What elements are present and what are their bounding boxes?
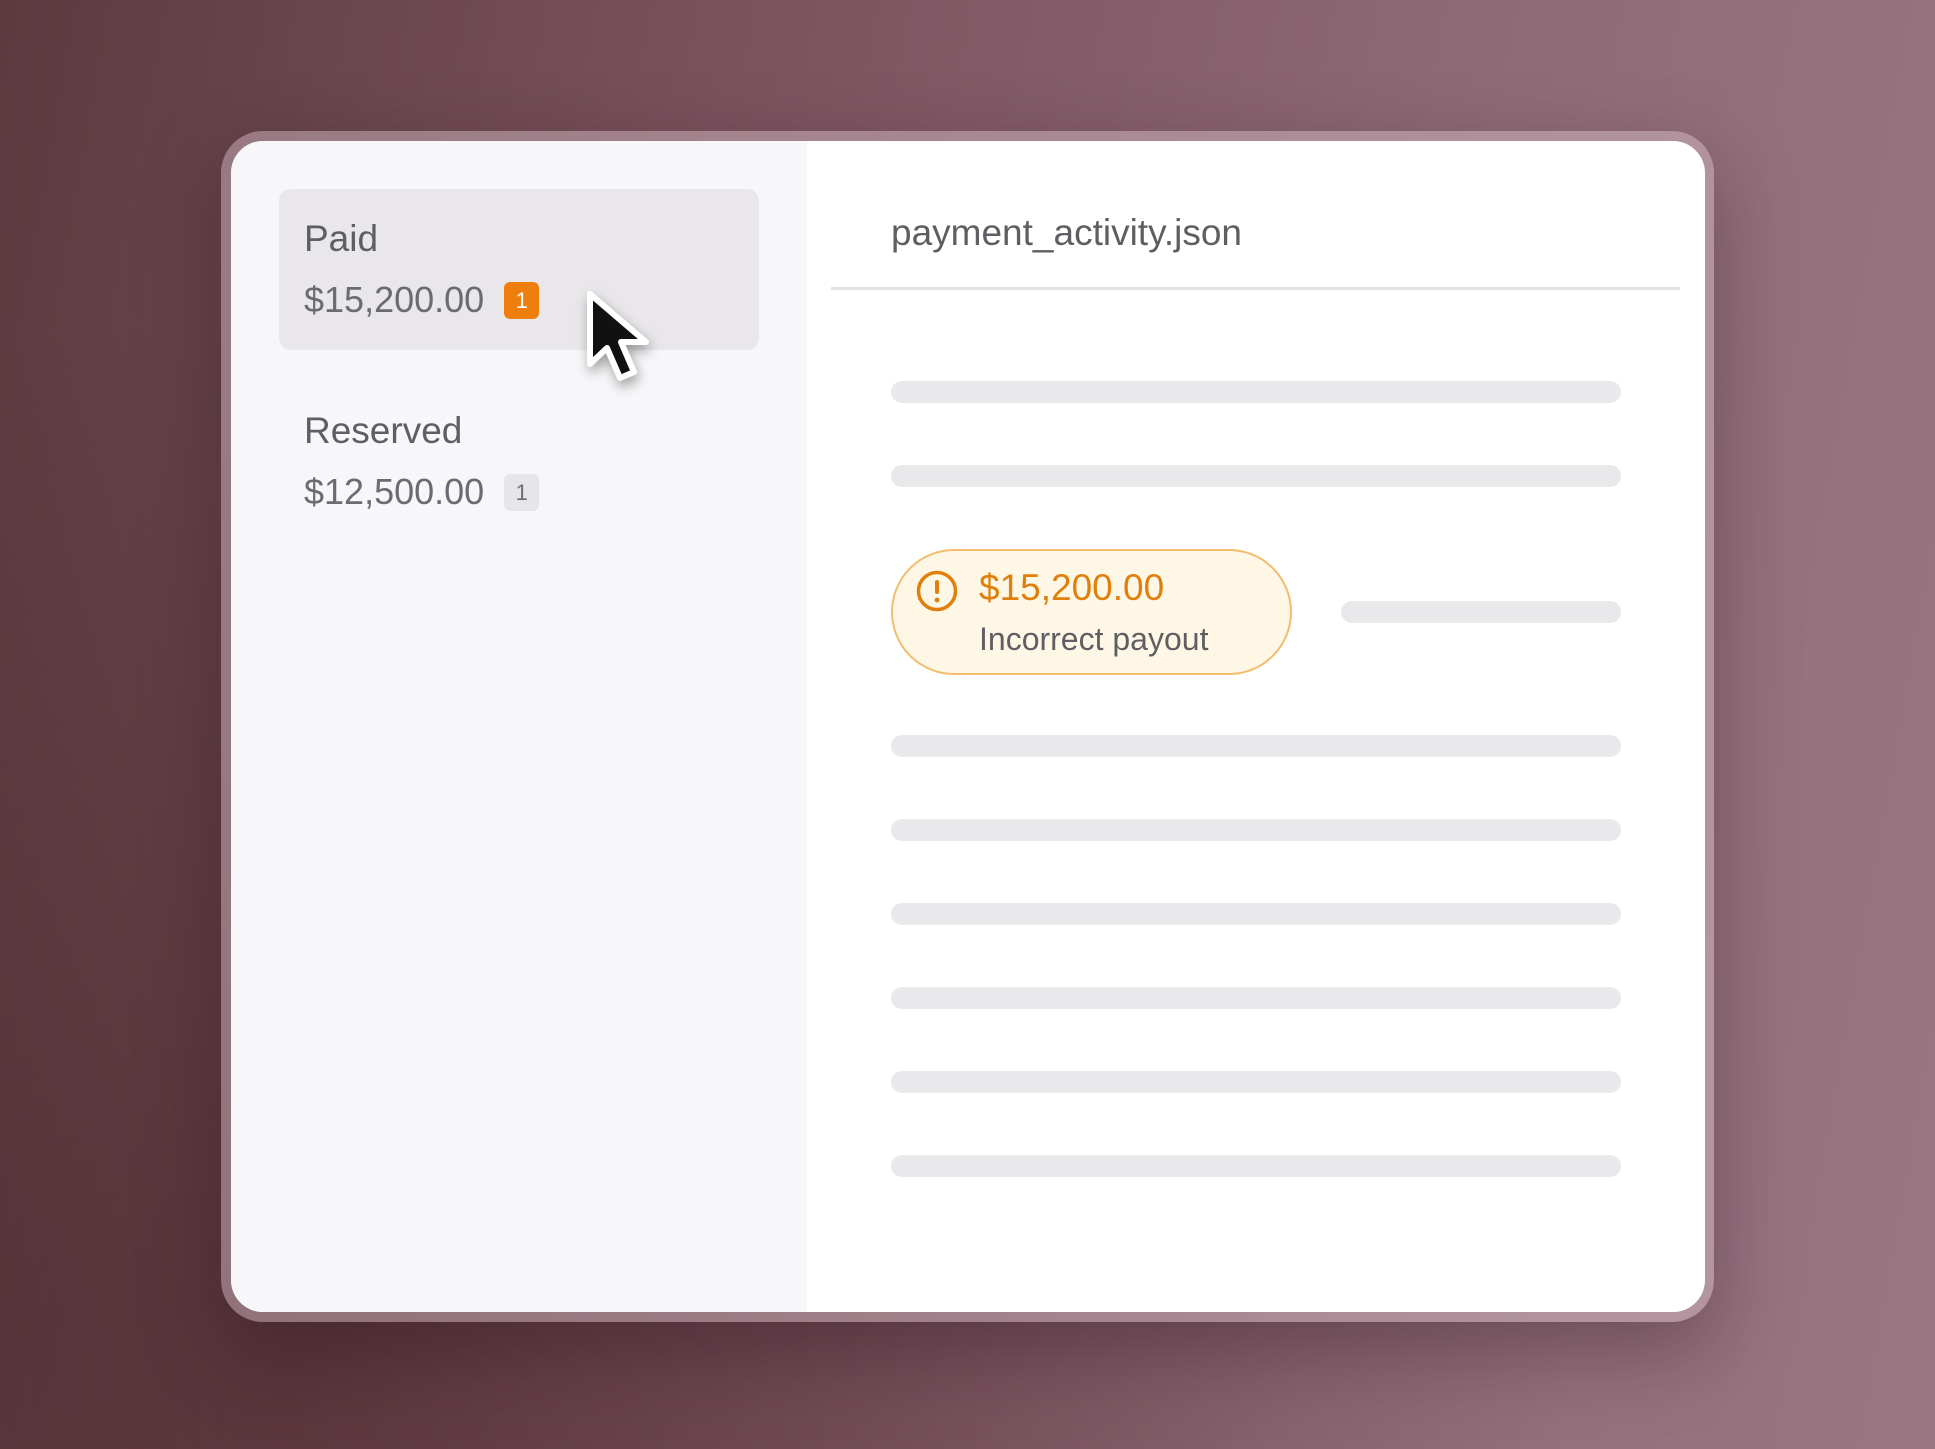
skeleton-line xyxy=(891,735,1621,757)
sidebar: Paid $15,200.00 1 Reserved $12,500.00 1 xyxy=(231,141,807,1312)
file-title: payment_activity.json xyxy=(891,212,1242,253)
count-badge: 1 xyxy=(504,281,540,319)
skeleton-line xyxy=(891,819,1621,841)
header-divider xyxy=(831,287,1680,290)
sidebar-item-amount: $12,500.00 xyxy=(304,471,485,512)
skeleton-line xyxy=(1341,601,1621,623)
skeleton-line xyxy=(891,381,1621,403)
sidebar-item-paid[interactable]: Paid $15,200.00 1 xyxy=(279,189,759,350)
skeleton-line xyxy=(891,1155,1621,1177)
sidebar-item-reserved[interactable]: Reserved $12,500.00 1 xyxy=(279,381,759,542)
incorrect-payout-alert[interactable]: $15,200.00 Incorrect payout xyxy=(891,549,1292,675)
app-window: Paid $15,200.00 1 Reserved $12,500.00 1 … xyxy=(231,141,1705,1312)
skeleton-line xyxy=(891,987,1621,1009)
exclamation-circle-icon xyxy=(916,570,958,612)
skeleton-line xyxy=(891,903,1621,925)
sidebar-item-label: Reserved xyxy=(304,410,463,451)
skeleton-line xyxy=(891,1071,1621,1093)
sidebar-item-label: Paid xyxy=(304,218,379,259)
count-badge: 1 xyxy=(504,473,540,511)
skeleton-line xyxy=(891,465,1621,487)
mouse-pointer-icon xyxy=(587,291,649,381)
sidebar-item-row: $12,500.00 1 xyxy=(304,470,759,514)
alert-message: Incorrect payout xyxy=(979,621,1209,657)
alert-amount: $15,200.00 xyxy=(979,567,1165,608)
sidebar-item-row: $15,200.00 1 xyxy=(304,278,759,322)
sidebar-item-amount: $15,200.00 xyxy=(304,279,485,320)
